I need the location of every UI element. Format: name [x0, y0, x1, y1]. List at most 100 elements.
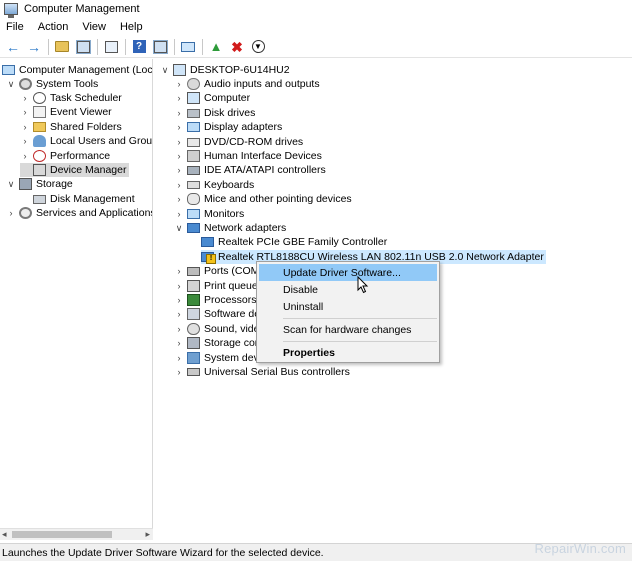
- horizontal-scrollbar[interactable]: ◂ ▸: [0, 528, 153, 540]
- chevron-right-icon[interactable]: ›: [174, 209, 184, 219]
- device-category[interactable]: › Monitors: [174, 207, 245, 221]
- device-category[interactable]: › Mice and other pointing devices: [174, 192, 352, 206]
- scroll-right-icon[interactable]: ▸: [145, 529, 150, 540]
- device-category[interactable]: › Sound, vide: [174, 322, 259, 336]
- tree-item-device-manager[interactable]: Device Manager: [20, 163, 130, 177]
- tree-item-event-viewer[interactable]: › Event Viewer: [20, 105, 112, 119]
- device-category[interactable]: › Processors: [174, 293, 257, 307]
- chevron-right-icon[interactable]: ›: [174, 353, 184, 363]
- chevron-right-icon[interactable]: ›: [174, 93, 184, 103]
- help-icon[interactable]: ?: [130, 38, 148, 56]
- chevron-right-icon[interactable]: ›: [174, 180, 184, 190]
- chevron-right-icon[interactable]: ›: [20, 107, 30, 117]
- chevron-right-icon[interactable]: ›: [174, 266, 184, 276]
- chevron-right-icon[interactable]: ›: [174, 151, 184, 161]
- chevron-right-icon[interactable]: ›: [20, 93, 30, 103]
- chevron-right-icon[interactable]: ›: [174, 194, 184, 204]
- tree-item-system-tools[interactable]: ∨ System Tools: [6, 77, 98, 91]
- device-category[interactable]: › Human Interface Devices: [174, 149, 322, 163]
- tree-item-storage[interactable]: ∨ Storage: [6, 177, 73, 191]
- chevron-right-icon[interactable]: ›: [174, 281, 184, 291]
- tree-item-shared-folders[interactable]: › Shared Folders: [20, 120, 122, 134]
- chevron-right-icon[interactable]: ›: [20, 122, 30, 132]
- monitor-icon[interactable]: [179, 38, 197, 56]
- chevron-down-icon[interactable]: ∨: [6, 179, 16, 190]
- back-arrow-icon[interactable]: ←: [4, 38, 22, 56]
- disable-device-icon[interactable]: ▼: [249, 38, 267, 56]
- tree-root[interactable]: Computer Management (Local: [2, 63, 152, 77]
- menu-item-uninstall[interactable]: Uninstall: [259, 298, 437, 315]
- device-category[interactable]: › Audio inputs and outputs: [174, 77, 320, 91]
- device-category-label: Print queue: [204, 280, 258, 292]
- show-hide-tree-icon[interactable]: [74, 38, 92, 56]
- menu-help[interactable]: Help: [113, 21, 150, 33]
- properties-icon[interactable]: [102, 38, 120, 56]
- chevron-right-icon[interactable]: ›: [174, 367, 184, 377]
- computer-icon: [173, 64, 186, 76]
- device-category-label: DVD/CD-ROM drives: [204, 136, 304, 148]
- chevron-right-icon[interactable]: ›: [174, 338, 184, 348]
- scroll-left-icon[interactable]: ◂: [2, 529, 7, 540]
- menu-file[interactable]: File: [0, 21, 31, 33]
- up-folder-icon[interactable]: [53, 38, 71, 56]
- device-category[interactable]: › System devi: [174, 351, 261, 365]
- device-category[interactable]: › Computer: [174, 91, 250, 105]
- device-category[interactable]: › Print queue: [174, 279, 258, 293]
- tree-item-label: Performance: [50, 150, 111, 162]
- title-bar: Computer Management: [0, 0, 632, 18]
- device-category[interactable]: › Keyboards: [174, 178, 255, 192]
- chevron-down-icon[interactable]: ∨: [160, 65, 170, 76]
- toolbar-separator: [48, 38, 49, 55]
- menu-action[interactable]: Action: [31, 21, 76, 33]
- forward-arrow-icon[interactable]: →: [25, 38, 43, 56]
- device-category[interactable]: › Display adapters: [174, 120, 283, 134]
- services-icon: [19, 207, 32, 219]
- computer-management-icon: [2, 65, 15, 75]
- device-item[interactable]: Realtek PCIe GBE Family Controller: [188, 235, 387, 249]
- device-category[interactable]: › Software de: [174, 307, 260, 321]
- update-driver-icon[interactable]: ▲: [207, 38, 225, 56]
- menu-item-scan-hardware[interactable]: Scan for hardware changes: [259, 321, 437, 338]
- device-category-label: Disk drives: [204, 107, 256, 119]
- device-category-label: System devi: [204, 352, 262, 364]
- chevron-right-icon[interactable]: ›: [174, 122, 184, 132]
- chevron-right-icon[interactable]: ›: [174, 79, 184, 89]
- tree-item-disk-management[interactable]: Disk Management: [20, 192, 135, 206]
- chevron-right-icon[interactable]: ›: [174, 137, 184, 147]
- uninstall-icon[interactable]: ✖: [228, 38, 246, 56]
- device-category[interactable]: › IDE ATA/ATAPI controllers: [174, 163, 326, 177]
- scroll-thumb[interactable]: [12, 531, 112, 538]
- tree-item-label: System Tools: [36, 78, 99, 90]
- toolbar-separator: [125, 38, 126, 55]
- chevron-right-icon[interactable]: ›: [6, 208, 16, 218]
- device-category-network-adapters[interactable]: ∨ Network adapters: [174, 221, 287, 235]
- device-category[interactable]: › DVD/CD-ROM drives: [174, 135, 304, 149]
- chevron-right-icon[interactable]: ›: [174, 108, 184, 118]
- device-category[interactable]: › Disk drives: [174, 106, 256, 120]
- menu-view[interactable]: View: [75, 21, 113, 33]
- menu-item-update-driver[interactable]: Update Driver Software...: [259, 264, 437, 281]
- chevron-right-icon[interactable]: ›: [174, 295, 184, 305]
- chevron-down-icon[interactable]: ∨: [6, 79, 16, 90]
- chevron-right-icon[interactable]: ›: [20, 136, 30, 146]
- chevron-right-icon[interactable]: ›: [174, 165, 184, 175]
- chevron-right-icon[interactable]: ›: [174, 309, 184, 319]
- tree-item-services[interactable]: › Services and Applications: [6, 206, 152, 220]
- chevron-down-icon[interactable]: ∨: [174, 223, 184, 234]
- network-adapter-warning-icon: [201, 252, 216, 264]
- console-tree[interactable]: Computer Management (Local ∨ System Tool…: [0, 59, 153, 540]
- console-tree-icon[interactable]: [151, 38, 169, 56]
- chevron-right-icon[interactable]: ›: [174, 324, 184, 334]
- sound-icon: [187, 323, 200, 335]
- tree-item-local-users[interactable]: › Local Users and Groups: [20, 134, 152, 148]
- tree-item-task-scheduler[interactable]: › Task Scheduler: [20, 91, 122, 105]
- device-category[interactable]: › Universal Serial Bus controllers: [174, 365, 350, 379]
- device-category[interactable]: › Ports (COM: [174, 264, 260, 278]
- device-category-label: Processors: [204, 294, 257, 306]
- menu-item-properties[interactable]: Properties: [259, 344, 437, 361]
- tree-item-performance[interactable]: › Performance: [20, 149, 110, 163]
- device-category[interactable]: › Storage cor: [174, 336, 258, 350]
- chevron-right-icon[interactable]: ›: [20, 151, 30, 161]
- menu-item-disable[interactable]: Disable: [259, 281, 437, 298]
- device-tree-root[interactable]: ∨ DESKTOP-6U14HU2: [160, 63, 290, 77]
